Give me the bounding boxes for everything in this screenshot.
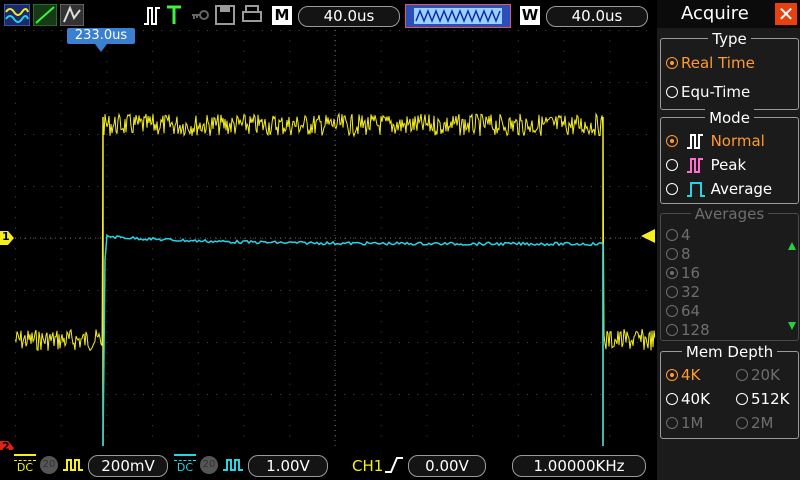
averages-64-option: 64 bbox=[666, 302, 700, 320]
memory-window-wave bbox=[414, 8, 502, 24]
averages-heading: Averages bbox=[690, 205, 769, 223]
persist-display-icon[interactable] bbox=[60, 4, 84, 26]
averages-128-option: 128 bbox=[666, 321, 710, 339]
ch2-trace bbox=[102, 233, 604, 446]
timebase-value[interactable]: 40.0us bbox=[298, 6, 400, 27]
peak-mode-icon bbox=[686, 158, 703, 173]
trigger-status-icon bbox=[167, 5, 181, 24]
ch1-invert-icon[interactable] bbox=[62, 458, 84, 472]
frequency-counter: 1.00000KHz bbox=[512, 455, 646, 477]
rising-edge-icon[interactable] bbox=[384, 456, 404, 474]
trigger-level-marker[interactable] bbox=[641, 229, 655, 243]
memdepth-20k-option: 20K bbox=[736, 366, 780, 384]
averages-4-option: 4 bbox=[666, 226, 691, 244]
mode-heading: Mode bbox=[705, 109, 754, 127]
ch1-bw-limit-icon[interactable]: 20 bbox=[40, 456, 58, 474]
averages-16-option: 16 bbox=[666, 264, 700, 282]
mode-section: Mode Normal Peak Average bbox=[660, 109, 799, 204]
vector-display-icon[interactable] bbox=[33, 4, 57, 26]
normal-mode-icon bbox=[686, 134, 703, 149]
ch2-waveform bbox=[102, 233, 604, 446]
type-equtime-option[interactable]: Equ-Time bbox=[666, 83, 750, 101]
averages-8-option: 8 bbox=[666, 245, 691, 263]
ch1-coupling-icon[interactable]: DC bbox=[14, 454, 36, 473]
ch1-level-marker[interactable]: 1 bbox=[0, 230, 14, 245]
type-section: Type Real Time Equ-Time bbox=[660, 30, 799, 110]
scroll-up-icon bbox=[788, 242, 796, 250]
print-icon[interactable] bbox=[241, 4, 263, 26]
memory-window-indicator[interactable] bbox=[405, 4, 511, 28]
type-realtime-option[interactable]: Real Time bbox=[666, 54, 755, 72]
bottom-status-bar: DC 20 200mV DC 20 1.00V CH1 0.00V 1.0000… bbox=[0, 450, 655, 480]
memdepth-2m-option: 2M bbox=[736, 414, 774, 432]
scroll-down-icon bbox=[788, 322, 796, 330]
trigger-level[interactable]: 0.00V bbox=[408, 455, 486, 477]
window-value[interactable]: 40.0us bbox=[546, 6, 648, 27]
ch2-bw-limit-icon[interactable]: 20 bbox=[200, 456, 218, 474]
waveform-screen bbox=[15, 30, 655, 446]
memdepth-512k-option[interactable]: 512K bbox=[736, 390, 789, 408]
memdepth-heading: Mem Depth bbox=[681, 343, 778, 361]
ch2-scale[interactable]: 1.00V bbox=[248, 455, 328, 477]
mode-average-option[interactable]: Average bbox=[666, 180, 772, 198]
acquire-menu-panel: Acquire ✕ Type Real Time Equ-Time Mode N… bbox=[657, 0, 800, 480]
key-icon bbox=[192, 10, 209, 20]
memdepth-1m-option: 1M bbox=[666, 414, 704, 432]
run-mode-icon[interactable] bbox=[143, 4, 161, 26]
mode-normal-option[interactable]: Normal bbox=[666, 132, 765, 150]
memdepth-4k-option[interactable]: 4K bbox=[666, 366, 700, 384]
ch2-coupling-icon[interactable]: DC bbox=[174, 454, 196, 473]
panel-title: Acquire bbox=[681, 3, 749, 24]
save-icon[interactable] bbox=[215, 4, 235, 26]
mode-peak-option[interactable]: Peak bbox=[666, 156, 746, 174]
waveform-display-icon[interactable] bbox=[4, 4, 30, 26]
trigger-position-marker[interactable]: 233.0us bbox=[67, 28, 135, 44]
trigger-position-arrow bbox=[95, 44, 107, 52]
panel-header: Acquire ✕ bbox=[657, 0, 800, 28]
averages-section: Averages 4 8 16 32 64 128 bbox=[660, 205, 799, 341]
graticule bbox=[15, 30, 655, 446]
average-mode-icon bbox=[686, 182, 705, 197]
timebase-label: M bbox=[272, 6, 292, 25]
top-toolbar: M 40.0us W 40.0us bbox=[0, 0, 655, 30]
close-icon[interactable]: ✕ bbox=[775, 3, 797, 25]
averages-32-option: 32 bbox=[666, 283, 700, 301]
memdepth-40k-option[interactable]: 40K bbox=[666, 390, 710, 408]
memdepth-section: Mem Depth 4K 20K 40K 512K 1M 2M bbox=[660, 343, 799, 439]
type-heading: Type bbox=[708, 30, 751, 48]
trigger-source[interactable]: CH1 bbox=[352, 457, 383, 475]
ch2-invert-icon[interactable] bbox=[222, 458, 244, 472]
window-label: W bbox=[520, 6, 540, 25]
ch1-scale[interactable]: 200mV bbox=[88, 455, 168, 477]
